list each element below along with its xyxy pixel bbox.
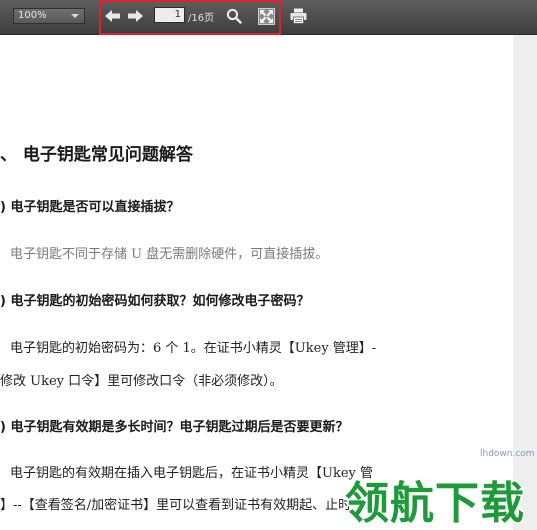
zoom-select[interactable]: 100%	[13, 8, 85, 24]
watermark-site: lhdown.com	[480, 449, 535, 459]
page-total-label: /16页	[188, 13, 215, 24]
print-button[interactable]	[289, 7, 307, 25]
section-title: 、 电子钥匙常见问题解答	[0, 145, 193, 165]
watermark-logo-text: 领航下载	[345, 478, 525, 528]
question-2: ) 电子钥匙的初始密码如何获取？如何修改电子密码？	[0, 294, 310, 309]
answer-2-line-2: 修改 Ukey 口令】里可修改口令（非必须修改）。	[0, 374, 283, 389]
answer-1: 电子钥匙不同于存储 U 盘无需删除硬件，可直接插拔。	[10, 247, 329, 262]
zoom-value: 100%	[18, 10, 47, 21]
question-3: ) 电子钥匙有效期是多长时间？电子钥匙过期后是否要更新？	[0, 420, 349, 435]
arrow-right-icon	[127, 10, 143, 22]
answer-3-line-2: 】--【查看签名/加密证书】里可以查看到证书有效期起、止时	[0, 498, 352, 513]
arrow-left-icon	[104, 10, 120, 22]
search-button[interactable]	[225, 7, 243, 25]
question-1: ) 电子钥匙是否可以直接插拔？	[0, 200, 180, 215]
next-page-button[interactable]	[127, 8, 143, 24]
viewer-toolbar: 100% 1 /16页	[0, 0, 537, 35]
page-number-input[interactable]: 1	[154, 7, 185, 23]
document-page	[0, 35, 513, 530]
chevron-down-icon	[71, 14, 79, 18]
fullscreen-icon	[257, 7, 275, 25]
answer-2-line-1: 电子钥匙的初始密码为：6 个 1。在证书小精灵【Ukey 管理】-	[10, 341, 377, 356]
watermark-logo: 领航下载	[344, 477, 526, 529]
printer-icon	[290, 8, 306, 24]
previous-page-button[interactable]	[104, 8, 120, 24]
search-icon	[226, 8, 242, 24]
fullscreen-button[interactable]	[257, 7, 275, 25]
answer-3-line-1: 电子钥匙的有效期在插入电子钥匙后，在证书小精灵【Ukey 管	[10, 466, 374, 481]
